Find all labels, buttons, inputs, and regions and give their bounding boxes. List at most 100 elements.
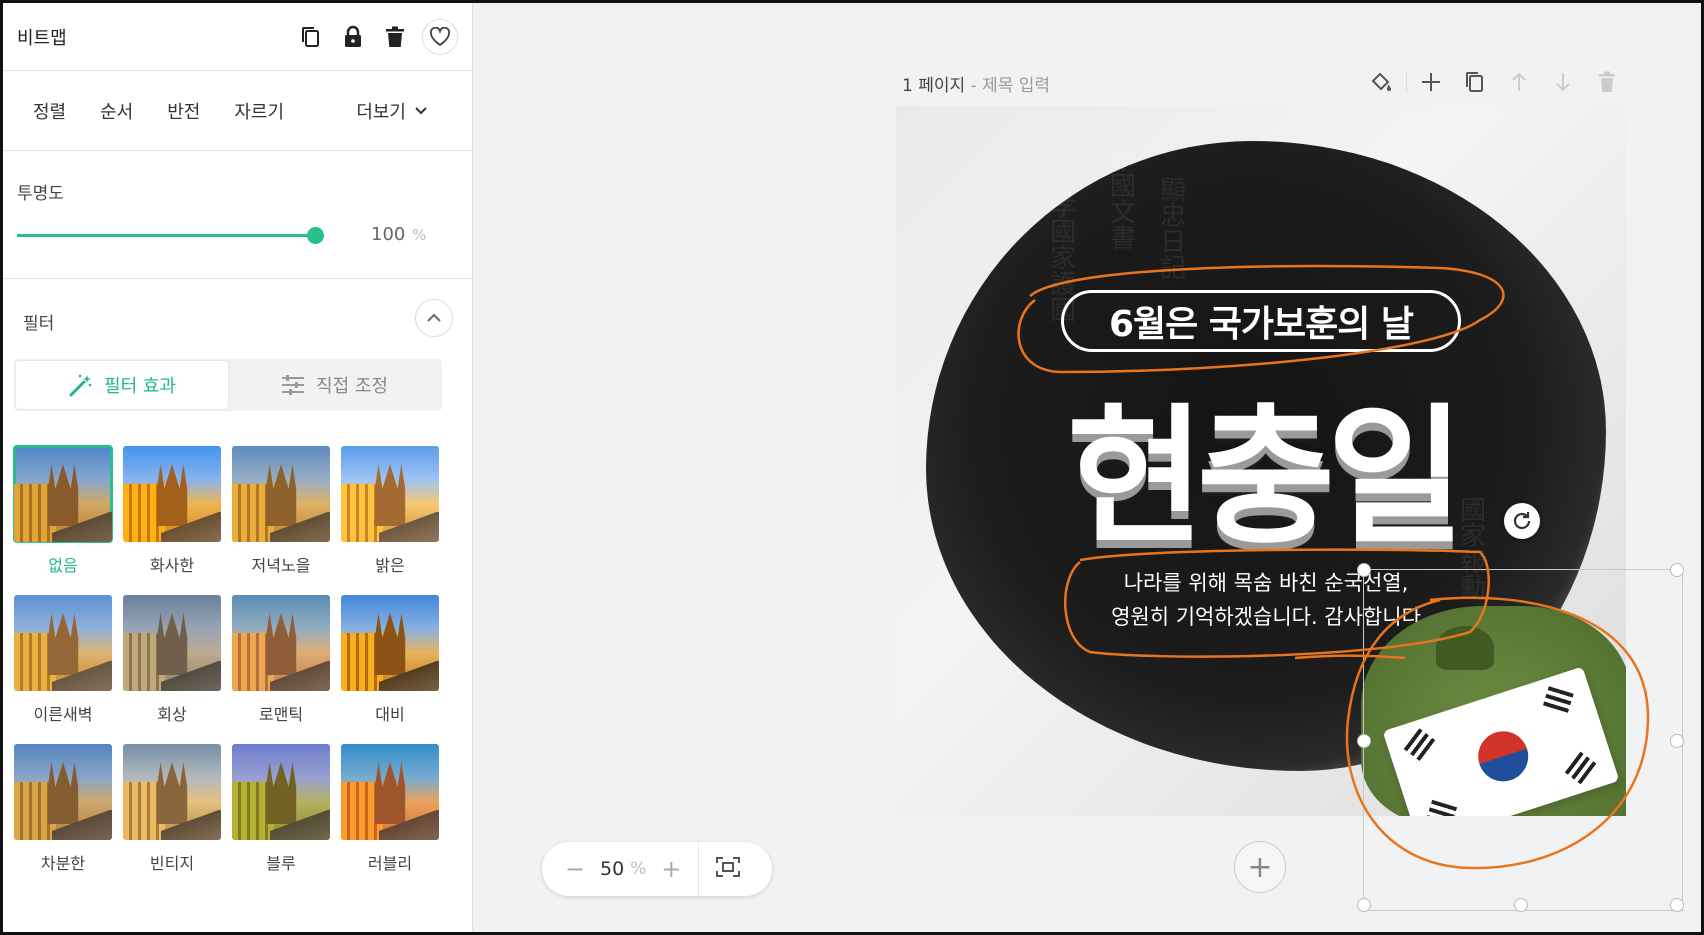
opacity-unit: % <box>412 226 427 244</box>
soldier-helmet <box>1436 626 1494 670</box>
filter-thumbnail[interactable] <box>14 744 112 840</box>
paint-bucket-icon[interactable] <box>1360 66 1404 98</box>
opacity-slider-thumb[interactable] <box>307 227 324 244</box>
transform-toolbar: 정렬 순서 반전 자르기 더보기 <box>3 71 472 151</box>
heart-icon[interactable] <box>422 18 458 55</box>
align-tab[interactable]: 정렬 <box>33 98 66 124</box>
chevron-down-icon <box>415 106 427 114</box>
opacity-label: 투명도 <box>17 184 64 204</box>
page-title-input[interactable]: - 제목 입력 <box>971 76 1051 96</box>
lock-icon[interactable] <box>336 20 370 54</box>
filter-thumbnail[interactable] <box>341 595 439 691</box>
filter-option[interactable]: 차분한 <box>14 744 112 874</box>
duplicate-page-icon[interactable] <box>1453 66 1497 98</box>
trigram <box>1403 728 1436 762</box>
trigram <box>1426 799 1458 816</box>
filter-thumbnail[interactable] <box>123 595 221 691</box>
filter-option[interactable]: 저녁노을 <box>232 446 330 576</box>
page-label[interactable]: 1 페이지 - 제목 입력 <box>902 71 1050 96</box>
filter-option[interactable]: 러블리 <box>341 744 439 874</box>
fit-screen-icon[interactable] <box>715 856 741 882</box>
order-tab[interactable]: 순서 <box>100 98 133 124</box>
zoom-value[interactable]: 50 <box>600 858 624 880</box>
magic-wand-icon <box>69 374 92 397</box>
filter-label: 필터 <box>23 314 55 334</box>
trash-icon[interactable] <box>378 20 412 54</box>
filter-thumbnail[interactable] <box>232 446 330 542</box>
filter-option[interactable]: 이른새벽 <box>14 595 112 725</box>
rotate-icon[interactable] <box>1504 503 1540 539</box>
chevron-up-icon <box>427 313 441 322</box>
zoom-out-button[interactable]: − <box>560 855 590 883</box>
crop-tab[interactable]: 자르기 <box>234 98 284 124</box>
filter-label: 저녁노을 <box>251 556 311 575</box>
filter-label: 회상 <box>157 705 187 724</box>
resize-handle[interactable] <box>1670 898 1684 912</box>
filter-option[interactable]: 대비 <box>341 595 439 725</box>
delete-page-icon[interactable] <box>1585 66 1629 98</box>
filter-option[interactable]: 회상 <box>123 595 221 725</box>
design-page[interactable]: 忠孝國家護國 中國文書 顯忠日記 國家報勳 6월은 국가보훈의 날 현충일 나라… <box>896 106 1626 816</box>
filter-effects-label: 필터 효과 <box>104 376 176 397</box>
filter-mode-switch: 필터 효과 직접 조정 <box>14 359 442 411</box>
filter-thumbnail[interactable] <box>232 744 330 840</box>
add-page-button[interactable]: + <box>1234 841 1286 893</box>
filter-thumbnail[interactable] <box>13 445 113 543</box>
filter-effects-tab[interactable]: 필터 효과 <box>16 361 228 409</box>
opacity-value[interactable]: 100 <box>371 224 405 245</box>
filter-option[interactable]: 로맨틱 <box>232 595 330 725</box>
zoom-unit: % <box>630 859 647 879</box>
decorative-text: 顯忠日記 <box>1155 176 1186 280</box>
manual-adjust-tab[interactable]: 직접 조정 <box>228 361 440 409</box>
filter-thumbnail[interactable] <box>123 744 221 840</box>
filter-thumbnail[interactable] <box>123 446 221 542</box>
taegeuk-symbol <box>1471 724 1535 788</box>
filter-label: 밝은 <box>375 556 405 575</box>
sub-text-line-1: 나라를 위해 목숨 바친 순국선열, <box>1123 571 1409 595</box>
resize-handle[interactable] <box>1357 898 1371 912</box>
panel-header: 비트맵 <box>3 3 472 71</box>
panel-title: 비트맵 <box>17 27 67 49</box>
zoom-in-button[interactable]: + <box>656 855 686 883</box>
resize-handle[interactable] <box>1670 563 1684 577</box>
filter-thumbnail[interactable] <box>232 595 330 691</box>
filter-thumbnail[interactable] <box>341 446 439 542</box>
filter-option[interactable]: 밝은 <box>341 446 439 576</box>
opacity-section: 투명도 100 % <box>3 151 472 279</box>
filter-option[interactable]: 빈티지 <box>123 744 221 874</box>
arrow-up-icon[interactable] <box>1497 66 1541 98</box>
filter-thumbnail[interactable] <box>14 595 112 691</box>
trigram <box>1564 751 1597 785</box>
zoom-divider <box>698 842 700 896</box>
page-toolbar <box>1360 66 1629 98</box>
filter-option[interactable]: 없음 <box>13 445 113 576</box>
flip-tab[interactable]: 반전 <box>167 98 200 124</box>
filter-option[interactable]: 블루 <box>232 744 330 874</box>
toolbar-divider <box>1406 71 1407 93</box>
add-icon[interactable] <box>1409 66 1453 98</box>
more-button[interactable]: 더보기 <box>356 98 428 124</box>
trigram <box>1542 686 1574 713</box>
filter-header: 필터 <box>3 279 472 357</box>
filter-label: 화사한 <box>149 556 195 575</box>
main-title[interactable]: 현충일 <box>1032 356 1492 573</box>
collapse-filter-button[interactable] <box>415 299 453 337</box>
filter-label: 로맨틱 <box>258 705 304 724</box>
resize-handle[interactable] <box>1514 898 1528 912</box>
decorative-text: 中國文書 <box>1105 146 1136 250</box>
page-number: 1 페이지 <box>902 76 966 96</box>
manual-adjust-label: 직접 조정 <box>316 376 388 397</box>
headline-pill[interactable]: 6월은 국가보훈의 날 <box>1061 290 1461 352</box>
filter-label: 러블리 <box>367 854 413 873</box>
opacity-slider-track[interactable] <box>17 234 319 237</box>
arrow-down-icon[interactable] <box>1541 66 1585 98</box>
sliders-icon <box>282 375 305 395</box>
filter-option[interactable]: 화사한 <box>123 446 221 576</box>
resize-handle[interactable] <box>1670 734 1684 748</box>
filter-thumbnail[interactable] <box>341 744 439 840</box>
filter-label: 빈티지 <box>149 854 195 873</box>
copy-icon[interactable] <box>294 20 328 54</box>
more-label: 더보기 <box>356 101 406 123</box>
filter-label: 대비 <box>375 705 405 724</box>
zoom-control: − 50 % + <box>542 842 772 896</box>
